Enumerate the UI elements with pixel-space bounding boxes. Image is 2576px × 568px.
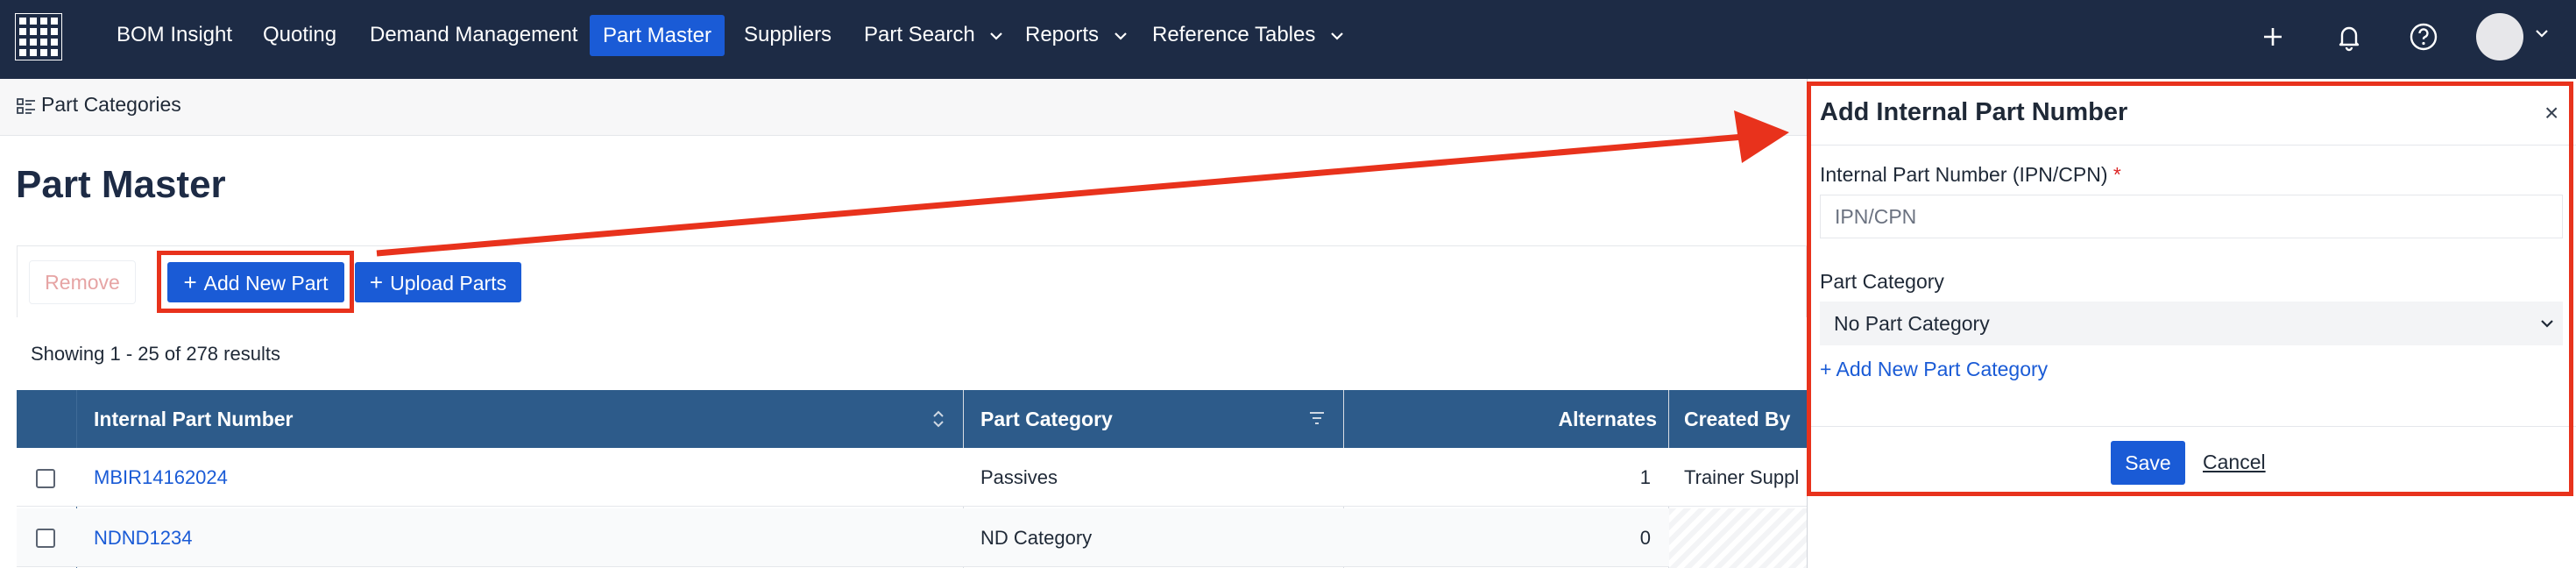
annotation-arrow-icon — [376, 110, 1789, 257]
